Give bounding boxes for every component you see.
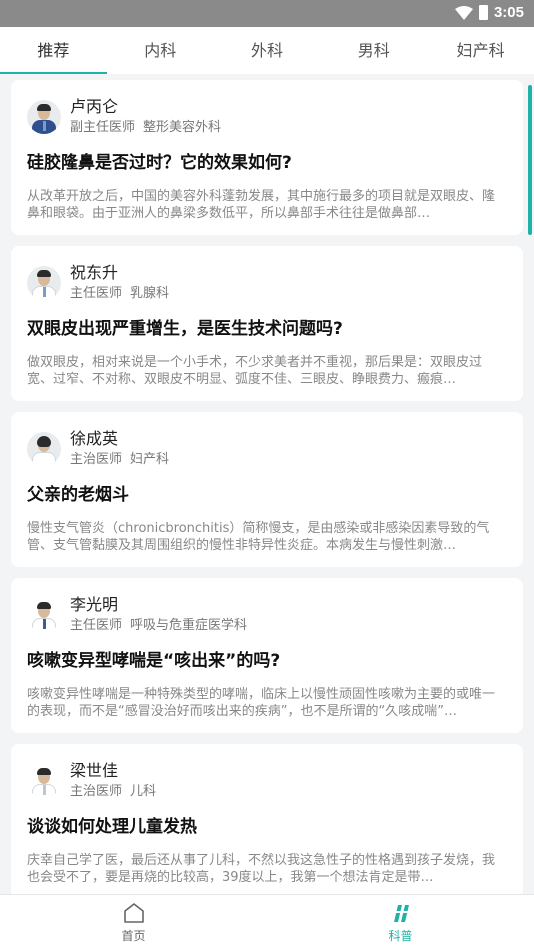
- doctor-title: 主任医师: [70, 286, 123, 301]
- doctor-name: 卢丙仑: [70, 97, 119, 116]
- doctor-name: 徐成英: [70, 429, 119, 448]
- doctor-title: 主治医师: [70, 452, 123, 467]
- wifi-icon: [454, 5, 473, 20]
- article-excerpt: 做双眼皮，相对来说是一个小手术，不少求美者并不重视，那后果是：双眼皮过宽、过窄、…: [27, 355, 483, 387]
- tab-recommend[interactable]: 推荐: [0, 27, 107, 74]
- doctor-avatar: [27, 764, 61, 798]
- nav-home-label: 首页: [121, 929, 146, 943]
- article-excerpt: 庆幸自己学了医，最后还从事了儿科，不然以我这急性子的性格遇到孩子发烧，我也会受不…: [27, 853, 496, 885]
- doctor-name: 李光明: [70, 595, 119, 614]
- doctor-title: 主任医师: [70, 618, 123, 633]
- doctor-title: 副主任医师: [70, 120, 136, 135]
- status-time: 3:05: [493, 4, 524, 21]
- article-excerpt: 从改革开放之后，中国的美容外科蓬勃发展，其中施行最多的项目就是双眼皮、隆鼻和眼袋…: [27, 189, 496, 221]
- doctor-avatar: [27, 100, 61, 134]
- doctor-department: 妇产科: [130, 452, 170, 467]
- nav-home[interactable]: 首页: [0, 895, 267, 949]
- article-list[interactable]: 卢丙仑 副主任医师 整形美容外科 硅胶隆鼻是否过时？它的效果如何? 从改革开放之后…: [0, 74, 534, 894]
- battery-icon: [478, 5, 488, 20]
- bottom-nav: 首页 科普: [0, 894, 534, 949]
- tab-surgery[interactable]: 外科: [214, 27, 321, 74]
- science-icon: [391, 905, 410, 922]
- scroll-indicator[interactable]: [528, 85, 532, 235]
- doctor-name: 梁世佳: [70, 761, 119, 780]
- nav-science[interactable]: 科普: [267, 895, 534, 949]
- doctor-avatar: [27, 266, 61, 300]
- doctor-department: 整形美容外科: [143, 120, 222, 135]
- article-title: 咳嗽变异型哮喘是“咳出来”的吗?: [27, 651, 281, 671]
- nav-science-label: 科普: [388, 929, 413, 943]
- article-excerpt: 慢性支气管炎（chronicbronchitis）简称慢支，是由感染或非感染因素…: [27, 521, 490, 553]
- doctor-avatar: [27, 432, 61, 466]
- article-card[interactable]: 梁世佳 主治医师 儿科 谈谈如何处理儿童发热 庆幸自己学了医，最后还从事了儿科，不…: [11, 744, 523, 894]
- category-tabs: 推荐 内科 外科 男科 妇产科: [0, 27, 534, 74]
- article-title: 谈谈如何处理儿童发热: [27, 817, 197, 837]
- article-card[interactable]: 徐成英 主治医师 妇产科 父亲的老烟斗 慢性支气管炎（chronicbronchi…: [11, 412, 523, 567]
- doctor-department: 呼吸与危重症医学科: [130, 618, 248, 633]
- article-card[interactable]: 李光明 主任医师 呼吸与危重症医学科 咳嗽变异型哮喘是“咳出来”的吗? 咳嗽变异性…: [11, 578, 523, 733]
- tab-obstetrics[interactable]: 妇产科: [427, 27, 534, 74]
- doctor-avatar: [27, 598, 61, 632]
- article-title: 双眼皮出现严重增生，是医生技术问题吗?: [27, 319, 343, 339]
- article-excerpt: 咳嗽变异性哮喘是一种特殊类型的哮喘，临床上以慢性顽固性咳嗽为主要的或唯一的表现，…: [27, 687, 496, 719]
- status-bar: 3:05: [0, 0, 534, 27]
- article-title: 硅胶隆鼻是否过时？它的效果如何?: [27, 153, 292, 173]
- doctor-name: 祝东升: [70, 263, 119, 282]
- doctor-department: 乳腺科: [130, 286, 170, 301]
- tab-andrology[interactable]: 男科: [320, 27, 427, 74]
- article-card[interactable]: 卢丙仑 副主任医师 整形美容外科 硅胶隆鼻是否过时？它的效果如何? 从改革开放之后…: [11, 80, 523, 235]
- doctor-title: 主治医师: [70, 784, 123, 799]
- tab-internal-medicine[interactable]: 内科: [107, 27, 214, 74]
- article-title: 父亲的老烟斗: [27, 485, 129, 505]
- home-icon: [123, 903, 144, 923]
- doctor-department: 儿科: [130, 784, 157, 799]
- article-card[interactable]: 祝东升 主任医师 乳腺科 双眼皮出现严重增生，是医生技术问题吗? 做双眼皮，相对来…: [11, 246, 523, 401]
